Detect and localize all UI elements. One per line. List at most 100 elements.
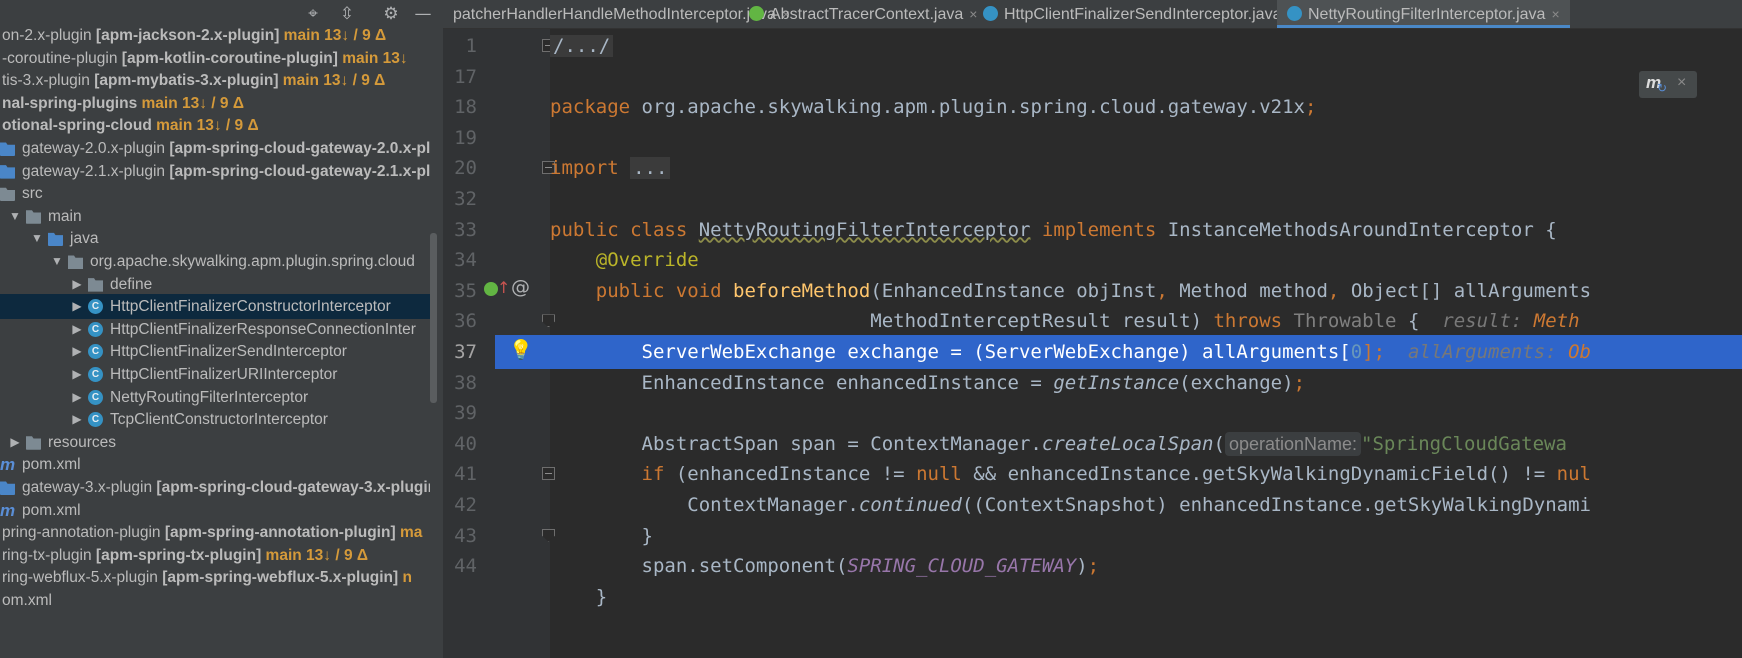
chevron-down-icon[interactable]: ▼ [50, 249, 64, 274]
code-line[interactable]: } [550, 580, 1742, 614]
gutter-line[interactable]: 41 [443, 457, 555, 491]
code-line[interactable] [550, 182, 1742, 216]
code-line[interactable]: @Override [550, 243, 1742, 277]
tree-row[interactable]: om.xml [0, 588, 430, 613]
code-line[interactable]: span.setComponent(SPRING_CLOUD_GATEWAY); [550, 549, 1742, 583]
code-line[interactable]: } [550, 519, 1742, 553]
node-name: org.apache.skywalking.apm.plugin.spring.… [90, 253, 415, 270]
gutter-line[interactable]: 44 [443, 549, 550, 583]
code-line[interactable]: import ... [550, 151, 1742, 185]
tree-row[interactable]: gateway-3.x-plugin [apm-spring-cloud-gat… [0, 475, 430, 500]
annotation-icon[interactable]: @ [511, 276, 530, 298]
maven-reload-badge[interactable]: m ↻ × [1639, 71, 1697, 98]
tree-row[interactable]: ring-tx-plugin [apm-spring-tx-plugin] ma… [0, 543, 430, 568]
code-line[interactable]: package org.apache.skywalking.apm.plugin… [550, 90, 1742, 124]
code-token: public class [550, 218, 699, 241]
project-scrollbar[interactable] [430, 233, 437, 403]
code-token: implements [1030, 218, 1168, 241]
code-line[interactable]: public class NettyRoutingFilterIntercept… [550, 213, 1742, 247]
editor-tab[interactable]: NettyRoutingFilterInterceptor.java × [1277, 0, 1570, 28]
tree-row[interactable]: ▶ resources [0, 430, 430, 455]
tree-row[interactable]: ▶ C HttpClientFinalizerSendInterceptor [0, 339, 430, 364]
chevron-right-icon[interactable]: ▶ [70, 294, 84, 319]
tree-row[interactable]: nal-spring-plugins main 13↓ / 9 Δ [0, 91, 430, 116]
git-branch-status: n [402, 569, 412, 587]
code-line[interactable] [550, 60, 1742, 94]
node-name: java [70, 230, 99, 248]
line-number: 32 [454, 188, 477, 210]
code-line[interactable]: public void beforeMethod(EnhancedInstanc… [550, 274, 1742, 308]
source-folder-icon [0, 142, 15, 156]
code-line[interactable] [550, 121, 1742, 155]
gutter-line[interactable]: 19 [443, 121, 550, 155]
gutter-line[interactable]: 18 [443, 90, 550, 124]
tree-row[interactable]: ▶ C HttpClientFinalizerResponseConnectionI… [0, 317, 430, 342]
editor-tab[interactable]: HttpClientFinalizerSendInterceptor.java× [973, 0, 1306, 28]
editor-tab[interactable]: AbstractTracerContext.java × [739, 0, 987, 28]
tree-row[interactable]: ring-webflux-5.x-plugin [apm-spring-webf… [0, 565, 430, 590]
tree-row[interactable]: ▶ define [0, 272, 430, 297]
tree-row[interactable]: src [0, 181, 430, 206]
gutter-line[interactable]: 42 [443, 488, 550, 522]
tree-row[interactable]: pring-annotation-plugin [apm-spring-anno… [0, 520, 430, 545]
gutter-line[interactable]: 1 [443, 29, 555, 63]
tree-row[interactable]: ▼ org.apache.skywalking.apm.plugin.spring… [0, 249, 430, 274]
tree-row[interactable]: otional-spring-cloud main 13↓ / 9 Δ [0, 113, 430, 138]
chevron-right-icon[interactable]: ▶ [70, 339, 84, 364]
tree-row[interactable]: ▶ C TcpClientConstructorInterceptor [0, 407, 430, 432]
code-line[interactable]: MethodInterceptResult result) throws Thr… [550, 304, 1742, 338]
line-number: 40 [454, 432, 477, 455]
gutter-line[interactable]: 17 [443, 60, 550, 94]
crosshair-icon[interactable]: ⌖ [302, 2, 324, 26]
package-icon [68, 255, 83, 269]
chevron-down-icon[interactable]: ▼ [30, 226, 44, 251]
chevron-right-icon[interactable]: ▶ [70, 362, 84, 387]
code-line[interactable]: if (enhancedInstance != null && enhanced… [550, 457, 1742, 491]
code-token: createLocalSpan [1041, 432, 1214, 455]
code-line[interactable] [550, 396, 1742, 430]
code-editor[interactable]: 1 17 18 19 20 32 33 34 35 ↑@36 37 38 39 40 41 42 43 44 /.… [443, 29, 1742, 658]
tree-row[interactable]: ▼ main [0, 204, 430, 229]
chevron-right-icon[interactable]: ▶ [8, 430, 22, 455]
tree-row[interactable]: gateway-2.0.x-plugin [apm-spring-cloud-g… [0, 136, 430, 161]
project-tree[interactable]: on-2.x-plugin [apm-jackson-2.x-plugin] m… [0, 23, 430, 658]
tree-row[interactable]: ▶ C HttpClientFinalizerURIInterceptor [0, 362, 430, 387]
code-line[interactable]: EnhancedInstance enhancedInstance = getI… [550, 366, 1742, 400]
chevron-right-icon[interactable]: ▶ [70, 272, 84, 297]
close-tab-icon[interactable]: × [1551, 6, 1559, 22]
code-line[interactable]: AbstractSpan span = ContextManager.creat… [550, 427, 1742, 461]
lightbulb-icon[interactable]: 💡 [509, 340, 533, 360]
gear-icon[interactable]: ⚙ [380, 2, 402, 26]
tree-row[interactable]: m pom.xml [0, 498, 430, 523]
gutter-line[interactable]: 38 [443, 366, 550, 400]
code-line[interactable]: 💡 ServerWebExchange exchange = (ServerWe… [495, 335, 1742, 369]
gutter-line[interactable] [443, 580, 550, 614]
tree-row[interactable]: ▶ C HttpClientFinalizerConstructorIntercep… [0, 294, 430, 320]
gutter-line[interactable]: 43 [443, 519, 555, 553]
gutter-line[interactable]: 34 [443, 243, 550, 277]
tree-row[interactable]: gateway-2.1.x-plugin [apm-spring-cloud-g… [0, 159, 430, 184]
gutter-line[interactable]: 32 [443, 182, 550, 216]
gutter-line[interactable]: 39 [443, 396, 550, 430]
code-line[interactable]: /.../ [550, 29, 1742, 63]
gutter-line[interactable]: 36 [443, 304, 555, 338]
override-arrow-icon[interactable]: ↑ [497, 278, 510, 297]
tree-row[interactable]: tis-3.x-plugin [apm-mybatis-3.x-plugin] … [0, 68, 430, 93]
tree-row[interactable]: ▼ java [0, 226, 430, 251]
minimize-icon[interactable]: — [412, 2, 434, 26]
code-line[interactable]: ContextManager.continued((ContextSnapsho… [550, 488, 1742, 522]
tree-row[interactable]: -coroutine-plugin [apm-kotlin-coroutine-… [0, 46, 430, 71]
gutter-line[interactable]: 33 [443, 213, 550, 247]
chevron-down-icon[interactable]: ▼ [8, 204, 22, 229]
tree-row[interactable]: ▶ C NettyRoutingFilterInterceptor [0, 385, 430, 410]
collapse-all-icon[interactable]: ⇳ [336, 2, 358, 26]
chevron-right-icon[interactable]: ▶ [70, 407, 84, 432]
implements-method-icon[interactable] [484, 281, 498, 296]
chevron-right-icon[interactable]: ▶ [70, 385, 84, 410]
gutter-line[interactable]: 35 ↑ @ [443, 274, 550, 308]
gutter-line[interactable]: 40 [443, 427, 550, 461]
close-icon[interactable]: × [1677, 74, 1686, 92]
tree-row[interactable]: m pom.xml [0, 452, 430, 477]
gutter-line[interactable]: 20 [443, 151, 555, 185]
chevron-right-icon[interactable]: ▶ [70, 317, 84, 342]
